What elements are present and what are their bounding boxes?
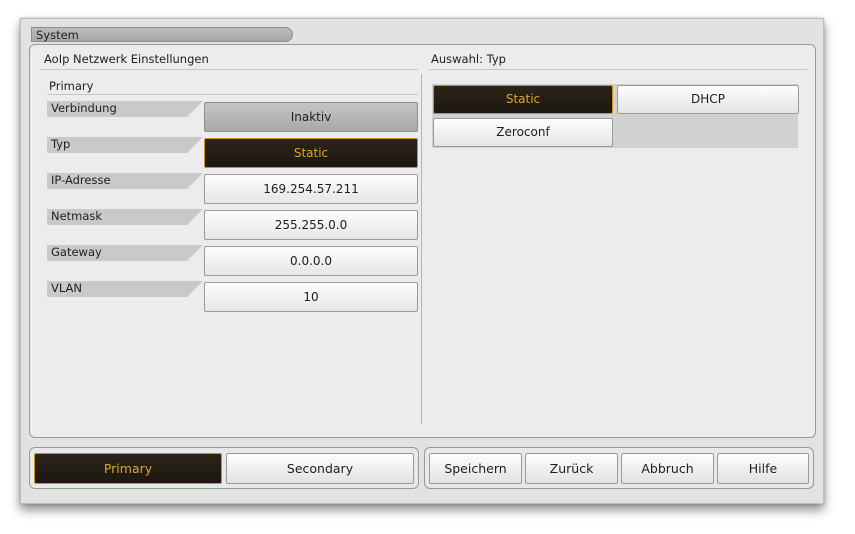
right-section-title: Auswahl: Typ bbox=[431, 52, 506, 66]
typ-label-row: Typ bbox=[47, 137, 217, 169]
option-dhcp[interactable]: DHCP bbox=[617, 85, 799, 114]
netmask-label: Netmask bbox=[47, 209, 187, 225]
panel-divider bbox=[421, 74, 422, 424]
typ-field[interactable]: Static bbox=[204, 138, 418, 168]
option-zeroconf[interactable]: Zeroconf bbox=[433, 118, 613, 147]
tab-secondary[interactable]: Secondary bbox=[226, 453, 414, 484]
ip-adresse-label: IP-Adresse bbox=[47, 173, 187, 189]
primary-subsection-divider bbox=[47, 94, 418, 95]
system-window: System AoIp Netzwerk Einstellungen Prima… bbox=[20, 18, 824, 504]
gateway-label-row: Gateway bbox=[47, 245, 217, 277]
main-panel: AoIp Netzwerk Einstellungen Primary Verb… bbox=[29, 44, 816, 438]
typ-label: Typ bbox=[47, 137, 187, 153]
primary-subsection-title: Primary bbox=[49, 79, 94, 93]
option-static[interactable]: Static bbox=[433, 85, 613, 114]
action-buttons: Speichern Zurück Abbruch Hilfe bbox=[424, 447, 814, 489]
help-button[interactable]: Hilfe bbox=[717, 453, 809, 484]
ip-adresse-field[interactable]: 169.254.57.211 bbox=[204, 174, 418, 204]
ip-adresse-label-row: IP-Adresse bbox=[47, 173, 217, 205]
left-title-divider bbox=[40, 69, 418, 70]
netmask-label-row: Netmask bbox=[47, 209, 217, 241]
verbindung-label-row: Verbindung bbox=[47, 101, 217, 133]
vlan-field[interactable]: 10 bbox=[204, 282, 418, 312]
verbindung-label: Verbindung bbox=[47, 101, 187, 117]
gateway-label: Gateway bbox=[47, 245, 187, 261]
save-button[interactable]: Speichern bbox=[429, 453, 522, 484]
right-title-divider bbox=[429, 69, 807, 70]
verbindung-value: Inaktiv bbox=[204, 102, 418, 132]
cancel-button[interactable]: Abbruch bbox=[621, 453, 714, 484]
tab-primary[interactable]: Primary bbox=[34, 453, 222, 484]
primary-secondary-tabs: Primary Secondary bbox=[29, 447, 419, 489]
left-section-title: AoIp Netzwerk Einstellungen bbox=[44, 52, 209, 66]
gateway-field[interactable]: 0.0.0.0 bbox=[204, 246, 418, 276]
back-button[interactable]: Zurück bbox=[525, 453, 618, 484]
vlan-label-row: VLAN bbox=[47, 281, 217, 313]
vlan-label: VLAN bbox=[47, 281, 187, 297]
window-title: System bbox=[31, 27, 293, 42]
netmask-field[interactable]: 255.255.0.0 bbox=[204, 210, 418, 240]
